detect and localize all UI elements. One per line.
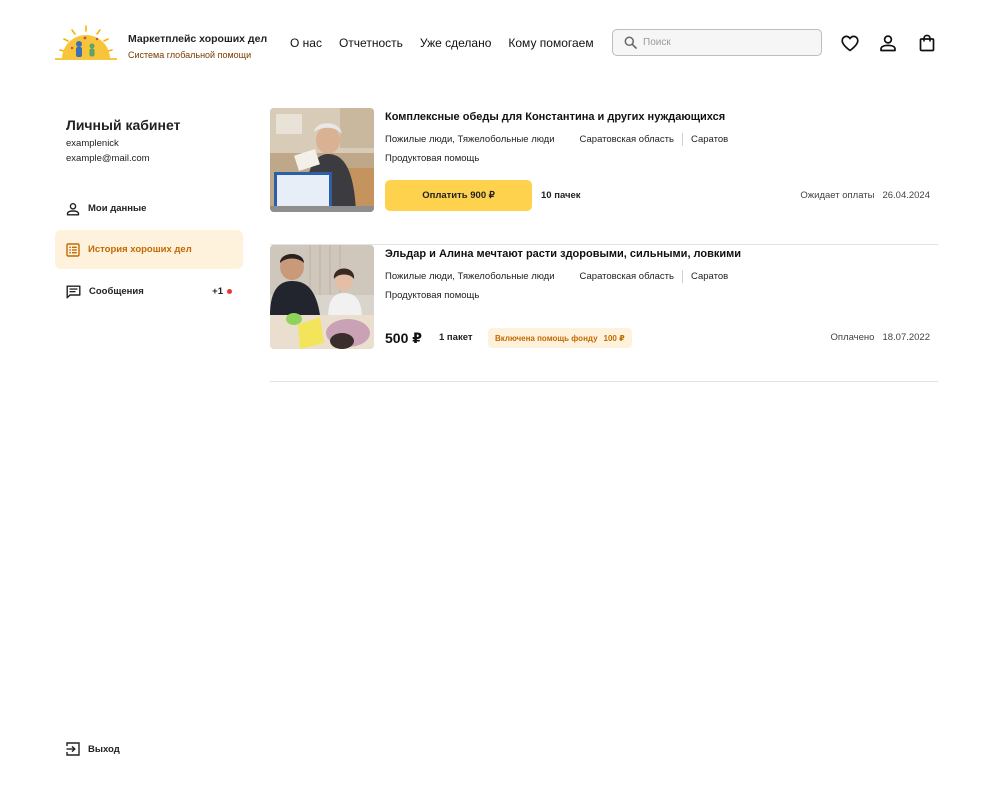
card-photo[interactable] xyxy=(270,245,374,349)
tag-divider xyxy=(681,133,683,146)
card-photo[interactable] xyxy=(270,108,374,212)
card-category: Продуктовая помощь xyxy=(385,153,480,164)
bag-icon xyxy=(919,34,935,52)
menu-history[interactable]: История хороших дел xyxy=(55,230,243,269)
search-box[interactable] xyxy=(612,29,822,56)
search-input[interactable] xyxy=(643,37,803,48)
card-title[interactable]: Эльдар и Алина мечтают расти здоровыми, … xyxy=(385,248,741,260)
card-tag-city: Саратов xyxy=(690,134,729,145)
fund-amount: 100 ₽ xyxy=(603,333,625,343)
nav-done[interactable]: Уже сделано xyxy=(420,36,492,50)
menu-messages-label: Сообщения xyxy=(89,286,144,297)
heart-icon xyxy=(841,35,859,51)
status-text: Оплачено xyxy=(830,332,875,343)
menu-my-data-label: Мои данные xyxy=(88,203,147,214)
unread-dot xyxy=(227,289,232,294)
header: Маркетплейс хороших дел Система глобальн… xyxy=(0,0,993,86)
card-status: Ожидает оплаты 26.04.2024 xyxy=(800,190,930,201)
photo-elderly-man xyxy=(270,108,374,212)
status-date: 18.07.2022 xyxy=(882,332,930,343)
user-icon xyxy=(880,35,896,52)
favorites-button[interactable] xyxy=(840,33,860,53)
profile-nick: examplenick xyxy=(66,138,119,149)
brand-subtitle: Система глобальной помощи xyxy=(128,50,252,60)
fund-label: Включена помощь фонду xyxy=(495,333,598,343)
card-tags: Пожилые люди, Тяжелобольные люди Саратов… xyxy=(385,133,728,146)
profile-button[interactable] xyxy=(878,33,898,53)
list-icon xyxy=(66,242,80,257)
chat-icon xyxy=(66,285,81,298)
nav-about[interactable]: О нас xyxy=(290,36,322,50)
card-tag-city: Саратов xyxy=(690,271,729,282)
card-tag-region: Саратовская область xyxy=(579,271,674,282)
tag-divider xyxy=(681,270,683,283)
profile-title: Личный кабинет xyxy=(66,117,181,133)
card-tag-audience: Пожилые люди, Тяжелобольные люди xyxy=(385,271,555,282)
card-title[interactable]: Комплексные обеды для Константина и друг… xyxy=(385,111,725,123)
card-price: 500 ₽ xyxy=(385,330,422,346)
cart-button[interactable] xyxy=(917,33,937,53)
photo-children xyxy=(270,245,374,349)
card-category: Продуктовая помощь xyxy=(385,290,480,301)
menu-messages[interactable]: Сообщения +1 xyxy=(55,272,243,311)
messages-count: +1 xyxy=(212,286,223,297)
card-tag-audience: Пожилые люди, Тяжелобольные люди xyxy=(385,134,555,145)
brand: Маркетплейс хороших дел Система глобальн… xyxy=(128,33,267,60)
profile-email: example@mail.com xyxy=(66,153,150,164)
user-icon xyxy=(66,202,80,215)
logout-label: Выход xyxy=(88,743,120,755)
menu-history-label: История хороших дел xyxy=(88,244,192,255)
main-nav: О нас Отчетность Уже сделано Кому помога… xyxy=(290,36,594,50)
messages-badge: +1 xyxy=(212,286,232,297)
status-text: Ожидает оплаты xyxy=(800,190,875,201)
pay-button[interactable]: Оплатить 900 ₽ xyxy=(385,180,532,211)
history-card: Эльдар и Алина мечтают расти здоровыми, … xyxy=(270,245,938,382)
nav-reports[interactable]: Отчетность xyxy=(339,36,403,50)
logout-button[interactable]: Выход xyxy=(66,742,120,756)
brand-title: Маркетплейс хороших дел xyxy=(128,33,268,45)
card-tags: Пожилые люди, Тяжелобольные люди Саратов… xyxy=(385,270,728,283)
nav-whom-we-help[interactable]: Кому помогаем xyxy=(508,36,593,50)
menu-my-data[interactable]: Мои данные xyxy=(55,189,243,228)
search-icon xyxy=(624,36,637,49)
logo[interactable] xyxy=(54,24,118,60)
status-date: 26.04.2024 xyxy=(882,190,930,201)
card-quantity: 10 пачек xyxy=(541,190,581,201)
logout-icon xyxy=(66,742,80,756)
card-status: Оплачено 18.07.2022 xyxy=(831,332,930,343)
fund-badge: Включена помощь фонду 100 ₽ xyxy=(488,328,632,348)
sun-logo-icon xyxy=(54,25,118,60)
card-tag-region: Саратовская область xyxy=(579,134,674,145)
card-quantity: 1 пакет xyxy=(439,332,473,343)
history-card: Комплексные обеды для Константина и друг… xyxy=(270,108,938,245)
